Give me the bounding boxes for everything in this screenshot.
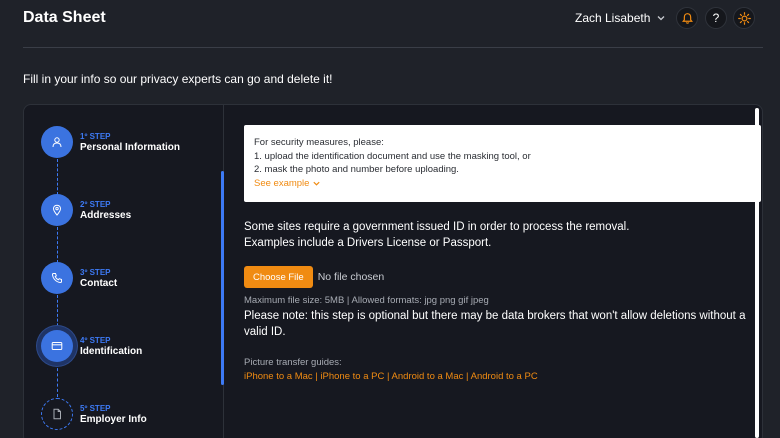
step-number: 2º STEP bbox=[80, 199, 111, 209]
phone-icon bbox=[51, 273, 62, 284]
header-divider bbox=[23, 47, 763, 48]
step-addresses[interactable]: 2º STEP Addresses bbox=[41, 194, 131, 226]
step-label: Employer Info bbox=[80, 413, 147, 425]
intro-text: Fill in your info so our privacy experts… bbox=[23, 72, 333, 86]
desc-line: Examples include a Drivers License or Pa… bbox=[244, 237, 492, 249]
file-upload: Choose File No file chosen bbox=[244, 266, 384, 288]
step-connector bbox=[57, 295, 58, 331]
step-number: 1º STEP bbox=[80, 131, 111, 141]
step-circle bbox=[41, 398, 73, 430]
step-label: Contact bbox=[80, 277, 118, 289]
help-icon: ? bbox=[712, 11, 720, 25]
step-number: 4º STEP bbox=[80, 335, 111, 345]
file-constraints: Maximum file size: 5MB | Allowed formats… bbox=[244, 295, 489, 306]
sun-icon bbox=[737, 11, 751, 25]
guide-link-iphone-mac[interactable]: iPhone to a Mac bbox=[244, 371, 313, 382]
transfer-guides: iPhone to a Mac | iPhone to a PC | Andro… bbox=[244, 371, 538, 382]
step-circle bbox=[41, 194, 73, 226]
id-requirement-text: Some sites require a government issued I… bbox=[244, 219, 629, 251]
app-title: Data Sheet bbox=[23, 9, 106, 26]
file-status: No file chosen bbox=[317, 271, 385, 283]
see-example-link[interactable]: See example bbox=[254, 177, 321, 191]
guide-link-android-mac[interactable]: Android to a Mac bbox=[392, 371, 464, 382]
step-circle bbox=[41, 330, 73, 362]
step-label: Personal Information bbox=[80, 141, 181, 153]
security-notice: For security measures, please: 1. upload… bbox=[244, 125, 761, 202]
page-scrollbar[interactable] bbox=[753, 106, 760, 438]
notice-line: For security measures, please: bbox=[254, 137, 384, 148]
step-sidebar: 1º STEP Personal Information 2º STEP Add… bbox=[24, 105, 224, 438]
chevron-down-icon bbox=[657, 16, 665, 21]
step-circle bbox=[41, 262, 73, 294]
document-icon bbox=[53, 408, 61, 420]
form-card: 1º STEP Personal Information 2º STEP Add… bbox=[23, 104, 763, 438]
user-menu[interactable]: Zach Lisabeth bbox=[575, 11, 666, 25]
choose-file-button[interactable]: Choose File bbox=[244, 266, 313, 288]
see-example-label: See example bbox=[254, 177, 310, 189]
step-personal-information[interactable]: 1º STEP Personal Information bbox=[41, 126, 180, 158]
step-connector bbox=[57, 227, 58, 263]
guide-separator: | bbox=[386, 371, 390, 382]
step-number: 3º STEP bbox=[80, 267, 111, 277]
user-name: Zach Lisabeth bbox=[575, 11, 651, 25]
help-button[interactable]: ? bbox=[705, 7, 727, 29]
guide-link-android-pc[interactable]: Android to a PC bbox=[471, 371, 538, 382]
scrollbar-thumb[interactable] bbox=[755, 108, 759, 438]
step-identification[interactable]: 4º STEP Identification bbox=[41, 330, 142, 362]
notifications-button[interactable] bbox=[676, 7, 698, 29]
map-pin-icon bbox=[52, 204, 62, 216]
step-circle bbox=[41, 126, 73, 158]
theme-toggle-button[interactable] bbox=[733, 7, 755, 29]
guide-separator: | bbox=[466, 371, 469, 382]
guides-label: Picture transfer guides: bbox=[244, 357, 342, 368]
bell-icon bbox=[681, 12, 693, 24]
notice-line: 2. mask the photo and number before uplo… bbox=[254, 164, 459, 175]
step-label: Identification bbox=[80, 345, 143, 357]
user-icon bbox=[52, 137, 62, 148]
step-contact[interactable]: 3º STEP Contact bbox=[41, 262, 117, 294]
notice-line: 1. upload the identification document an… bbox=[254, 150, 531, 162]
identification-panel: For security measures, please: 1. upload… bbox=[244, 105, 762, 438]
step-progress-rail bbox=[221, 171, 224, 385]
step-connector bbox=[57, 363, 58, 397]
chevron-down-icon bbox=[313, 181, 321, 186]
id-card-icon bbox=[51, 342, 63, 350]
step-label: Addresses bbox=[80, 209, 132, 221]
guide-separator: | bbox=[315, 371, 318, 382]
step-number: 5º STEP bbox=[80, 403, 111, 413]
step-connector bbox=[57, 159, 58, 195]
top-bar: Data Sheet Zach Lisabeth ? bbox=[0, 0, 780, 36]
optional-step-note: Please note: this step is optional but t… bbox=[244, 310, 746, 338]
desc-line: Some sites require a government issued I… bbox=[244, 221, 630, 233]
guide-link-iphone-pc[interactable]: iPhone to a PC bbox=[320, 371, 384, 382]
step-employer-info[interactable]: 5º STEP Employer Info bbox=[41, 398, 147, 430]
